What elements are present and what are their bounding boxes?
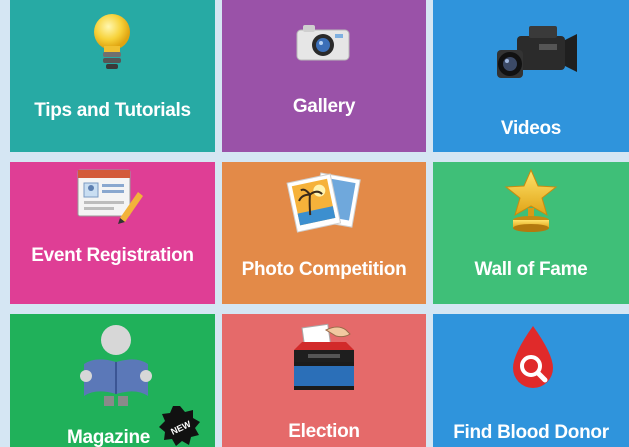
registration-form-icon <box>76 168 144 224</box>
tile-tips-and-tutorials[interactable]: Tips and Tutorials <box>10 0 215 152</box>
tile-find-blood-donor[interactable]: Find Blood Donor <box>433 314 629 447</box>
tile-label: Find Blood Donor <box>453 422 609 443</box>
tile-event-registration[interactable]: Event Registration <box>10 162 215 304</box>
reader-icon <box>76 324 156 406</box>
ballot-box-icon <box>286 320 362 394</box>
lightbulb-icon <box>88 12 136 72</box>
tile-label: Event Registration <box>31 245 194 266</box>
tile-label: Gallery <box>292 96 356 117</box>
tile-label: Photo Competition <box>241 259 407 280</box>
tile-label: Election <box>288 421 360 442</box>
tile-magazine[interactable]: NEW Magazine <box>10 314 215 447</box>
tile-wall-of-fame[interactable]: Wall of Fame <box>433 162 629 304</box>
trophy-star-icon <box>501 168 561 234</box>
tile-election[interactable]: Election <box>222 314 426 447</box>
photos-icon <box>286 170 362 234</box>
tile-label: Tips and Tutorials <box>34 100 191 121</box>
tile-photo-competition[interactable]: Photo Competition <box>222 162 426 304</box>
video-camera-icon <box>495 20 579 88</box>
camera-icon <box>295 22 351 62</box>
tile-label: Wall of Fame <box>474 259 588 280</box>
tile-label: Magazine <box>66 427 151 447</box>
blood-drop-search-icon <box>509 324 557 392</box>
tile-videos[interactable]: Videos <box>433 0 629 152</box>
tile-gallery[interactable]: Gallery <box>222 0 426 152</box>
tile-label: Videos <box>500 118 562 139</box>
